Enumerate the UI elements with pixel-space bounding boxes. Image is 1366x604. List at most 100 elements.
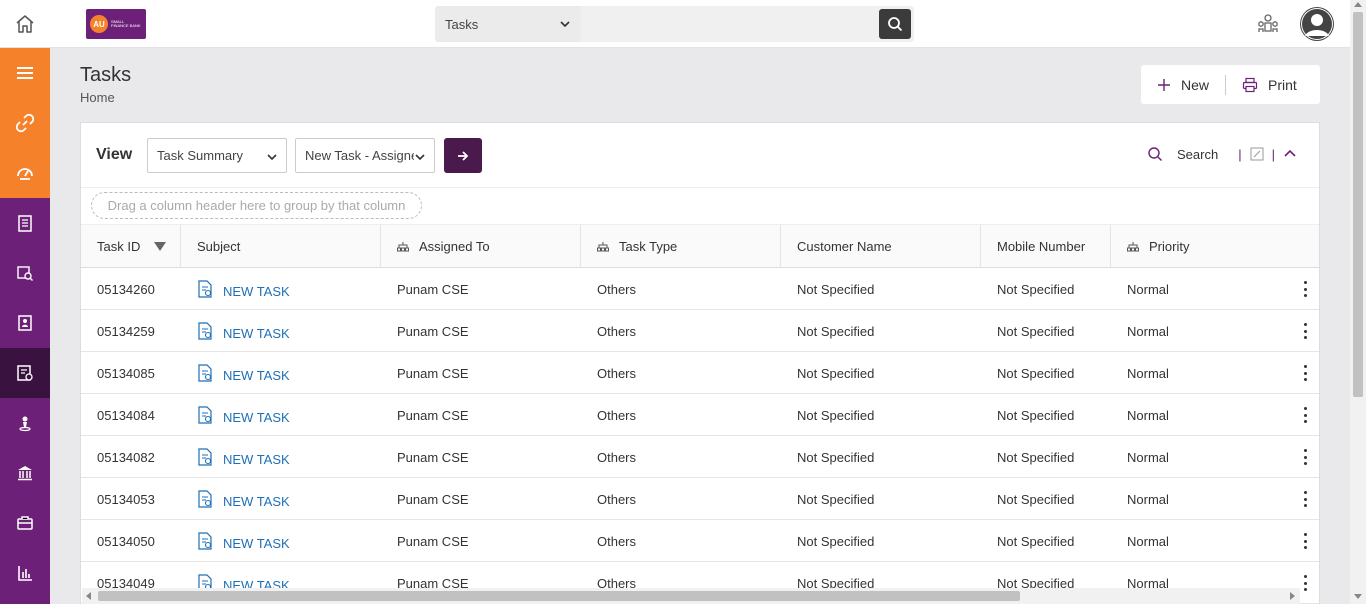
sidebar-item-links[interactable]: [0, 98, 50, 148]
sidebar-item-bank[interactable]: [0, 448, 50, 498]
filter-select[interactable]: New Task - Assigne: [295, 138, 435, 173]
chevron-up-icon[interactable]: [1283, 147, 1297, 161]
column-header-task-type[interactable]: Task Type: [581, 225, 781, 268]
column-header-subject[interactable]: Subject: [181, 225, 381, 268]
cell-task-id: 05134084: [97, 407, 155, 423]
scroll-left-arrow[interactable]: [86, 592, 91, 600]
cell-task-id: 05134259: [97, 323, 155, 339]
search-scope-select[interactable]: Tasks: [435, 6, 581, 42]
subject-link[interactable]: NEW TASK: [223, 452, 290, 467]
cell-priority: Normal: [1127, 533, 1169, 549]
cell-task-id: 05134260: [97, 281, 155, 297]
column-header-customer-name[interactable]: Customer Name: [781, 225, 981, 268]
vertical-scrollbar[interactable]: [1350, 0, 1366, 604]
row-more-options-button[interactable]: [1301, 323, 1309, 339]
row-more-options-button[interactable]: [1301, 449, 1309, 465]
sidebar-item-calendar[interactable]: [0, 248, 50, 298]
cell-assigned-to: Punam CSE: [397, 533, 469, 549]
search-icon[interactable]: [1147, 146, 1163, 162]
subject-link[interactable]: NEW TASK: [223, 536, 290, 551]
sidebar-item-menu[interactable]: [0, 48, 50, 98]
row-more-options-button[interactable]: [1301, 281, 1309, 297]
table-row[interactable]: 05134259 NEW TASK Punam CSE Others Not S…: [81, 310, 1319, 352]
table-header: Task ID Subject Assigned To Task Type Cu…: [81, 225, 1319, 268]
group-by-drop-zone[interactable]: Drag a column header here to group by th…: [91, 192, 422, 219]
cell-subject: NEW TASK: [181, 394, 381, 436]
bar-chart-icon: [18, 566, 32, 581]
scroll-thumb[interactable]: [98, 591, 1020, 601]
new-button[interactable]: New: [1141, 65, 1225, 104]
home-button[interactable]: [0, 0, 50, 48]
cell-subject: NEW TASK: [181, 268, 381, 310]
subject-link[interactable]: NEW TASK: [223, 326, 290, 341]
sidebar-item-clipboard[interactable]: [0, 198, 50, 248]
cell-mobile-number: Not Specified: [997, 365, 1075, 381]
cell-customer-name: Not Specified: [797, 533, 875, 549]
horizontal-scrollbar[interactable]: [82, 588, 1300, 604]
calendar-search-icon: [17, 266, 33, 281]
column-header-assigned-to[interactable]: Assigned To: [381, 225, 581, 268]
scroll-thumb[interactable]: [1353, 12, 1363, 397]
bank-icon: [18, 466, 32, 481]
sidebar-item-person[interactable]: [0, 398, 50, 448]
subject-link[interactable]: NEW TASK: [223, 284, 290, 299]
grid-tools: Search | |: [1147, 146, 1297, 162]
row-more-options-button[interactable]: [1301, 575, 1309, 591]
breadcrumb[interactable]: Home: [80, 90, 115, 105]
sidebar-item-contacts[interactable]: [0, 298, 50, 348]
chevron-down-icon: [414, 151, 426, 163]
subject-link[interactable]: NEW TASK: [223, 494, 290, 509]
cell-assigned-to: Punam CSE: [397, 365, 469, 381]
cell-assigned-to: Punam CSE: [397, 407, 469, 423]
column-label: Subject: [197, 239, 241, 254]
print-button[interactable]: Print: [1226, 65, 1313, 104]
subject-link[interactable]: NEW TASK: [223, 368, 290, 383]
org-chart-icon[interactable]: [1256, 12, 1280, 36]
scroll-right-arrow[interactable]: [1290, 592, 1295, 600]
column-header-task-id[interactable]: Task ID: [81, 225, 181, 268]
cell-customer-name: Not Specified: [797, 365, 875, 381]
search-input[interactable]: [581, 6, 871, 42]
sidebar-item-dashboard[interactable]: [0, 148, 50, 198]
column-label: Priority: [1149, 239, 1190, 254]
view-select[interactable]: Task Summary: [147, 138, 287, 173]
cell-assigned-to: Punam CSE: [397, 449, 469, 465]
row-more-options-button[interactable]: [1301, 365, 1309, 381]
cell-task-type: Others: [597, 533, 637, 549]
table-row[interactable]: 05134260 NEW TASK Punam CSE Others Not S…: [81, 268, 1319, 310]
user-avatar[interactable]: [1300, 7, 1334, 41]
task-document-icon: [198, 364, 212, 382]
table-row[interactable]: 05134085 NEW TASK Punam CSE Others Not S…: [81, 352, 1319, 394]
cell-priority: Normal: [1127, 281, 1169, 297]
cell-mobile-number: Not Specified: [997, 491, 1075, 507]
cell-customer-name: Not Specified: [797, 323, 875, 339]
view-label: View: [96, 146, 133, 163]
search-button[interactable]: [879, 9, 911, 39]
table-row[interactable]: 05134053 NEW TASK Punam CSE Others Not S…: [81, 478, 1319, 520]
group-by-bar: Drag a column header here to group by th…: [81, 187, 1319, 225]
scroll-down-arrow[interactable]: [1354, 594, 1362, 599]
hierarchy-icon: [1127, 241, 1139, 251]
user-icon: [1301, 8, 1333, 40]
expand-icon[interactable]: [1250, 147, 1264, 161]
filter-icon[interactable]: [154, 241, 167, 252]
table-row[interactable]: 05134084 NEW TASK Punam CSE Others Not S…: [81, 394, 1319, 436]
menu-icon: [17, 67, 33, 79]
grid-search-button[interactable]: Search: [1177, 147, 1218, 162]
row-more-options-button[interactable]: [1301, 491, 1309, 507]
sidebar-item-portfolio[interactable]: [0, 498, 50, 548]
table-row[interactable]: 05134050 NEW TASK Punam CSE Others Not S…: [81, 520, 1319, 562]
row-more-options-button[interactable]: [1301, 533, 1309, 549]
cell-mobile-number: Not Specified: [997, 281, 1075, 297]
table-row[interactable]: 05134082 NEW TASK Punam CSE Others Not S…: [81, 436, 1319, 478]
row-more-options-button[interactable]: [1301, 407, 1309, 423]
apply-view-button[interactable]: [444, 138, 482, 173]
subject-link[interactable]: NEW TASK: [223, 410, 290, 425]
bank-logo[interactable]: AU SMALL FINANCE BANK: [86, 9, 146, 39]
sidebar-item-reports[interactable]: [0, 548, 50, 598]
scroll-up-arrow[interactable]: [1354, 2, 1362, 7]
column-header-mobile-number[interactable]: Mobile Number: [981, 225, 1111, 268]
sidebar-item-tasks[interactable]: [0, 348, 50, 398]
column-header-priority[interactable]: Priority: [1111, 225, 1319, 268]
cell-mobile-number: Not Specified: [997, 533, 1075, 549]
